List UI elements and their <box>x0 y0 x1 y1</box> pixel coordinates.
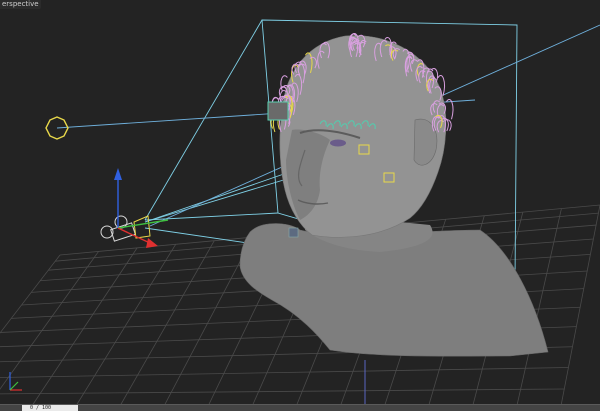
frustum-edge <box>144 19 263 221</box>
move-gizmo-icon[interactable] <box>114 168 169 248</box>
grid-line <box>0 367 569 378</box>
grid-line <box>0 251 99 390</box>
bone-marker[interactable] <box>267 101 289 121</box>
hair-strand <box>446 99 454 120</box>
grid-line <box>161 236 254 411</box>
viewport-label[interactable]: erspective <box>0 0 41 9</box>
bust-mesh[interactable] <box>239 35 549 357</box>
camera-icon[interactable] <box>100 215 151 242</box>
bust-eye <box>330 139 346 147</box>
grid-line <box>116 240 215 411</box>
perspective-viewport[interactable]: erspective 0 / 100 <box>0 0 600 411</box>
status-bar: 0 / 100 <box>0 404 600 411</box>
view-axis-icon <box>9 372 22 391</box>
grid-line <box>72 244 177 411</box>
chin-marker[interactable] <box>288 227 299 238</box>
grid-line <box>28 247 138 411</box>
frame-input[interactable]: 0 / 100 <box>22 405 78 411</box>
grid-line <box>0 254 61 334</box>
scene-canvas[interactable] <box>0 0 600 411</box>
